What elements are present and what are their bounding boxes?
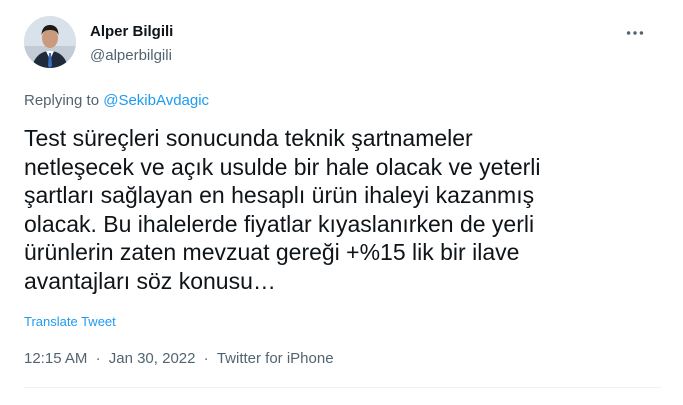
tweet-metadata: 12:15 AM · Jan 30, 2022 · Twitter for iP… — [24, 350, 334, 367]
divider — [24, 387, 661, 388]
more-options-button[interactable] — [620, 20, 650, 46]
avatar-image — [24, 16, 76, 68]
author-handle[interactable]: @alperbilgili — [90, 47, 172, 64]
reply-mention-link[interactable]: @SekibAvdagic — [103, 92, 209, 109]
tweet-text-line: olacak. Bu ihalelerde fiyatlar kıyaslanı… — [24, 210, 535, 237]
tweet-text-line: avantajları söz konusu… — [24, 267, 276, 294]
translate-tweet-link[interactable]: Translate Tweet — [24, 314, 116, 329]
tweet-source[interactable]: Twitter for iPhone — [217, 350, 334, 367]
tweet: Alper Bilgili @alperbilgili Replying to … — [0, 0, 683, 405]
tweet-text-line: ürünlerin zaten mevzuat gereği +%15 lik … — [24, 239, 520, 266]
tweet-text-line: Test süreçleri sonucunda teknik şartname… — [24, 125, 473, 151]
tweet-text-line: netleşecek ve açık usulde bir hale olaca… — [24, 153, 541, 180]
tweet-text-line: şartları sağlayan en hesaplı ürün ihaley… — [24, 182, 535, 209]
more-horizontal-icon — [626, 31, 644, 35]
replying-to-label: Replying to — [24, 92, 100, 109]
meta-separator: · — [203, 350, 209, 367]
author-name[interactable]: Alper Bilgili — [90, 23, 173, 40]
tweet-text: Test süreçleri sonucunda teknik şartname… — [24, 124, 660, 296]
meta-separator: · — [95, 350, 101, 367]
avatar[interactable] — [24, 16, 76, 68]
replying-to: Replying to @SekibAvdagic — [24, 92, 209, 109]
tweet-time[interactable]: 12:15 AM — [24, 350, 87, 367]
tweet-date[interactable]: Jan 30, 2022 — [109, 350, 196, 367]
